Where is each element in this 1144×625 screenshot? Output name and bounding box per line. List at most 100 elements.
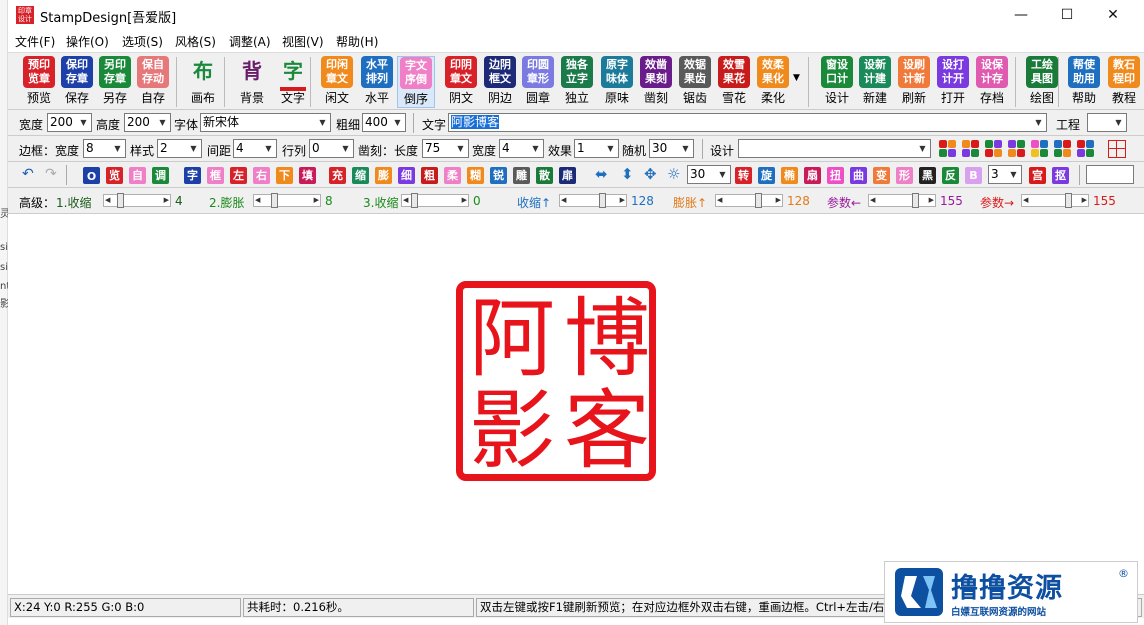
transform-button[interactable]: 扇: [804, 167, 821, 184]
menu-options[interactable]: 选项(S): [122, 33, 163, 50]
extra-input[interactable]: [1086, 165, 1134, 184]
advanced-slider[interactable]: ◀ ▶: [103, 193, 171, 208]
slider-thumb[interactable]: [117, 193, 124, 208]
menu-file[interactable]: 文件(F): [15, 33, 55, 50]
effect-button[interactable]: 充: [329, 167, 346, 184]
effect-button[interactable]: 扉: [559, 167, 576, 184]
arrow-left-icon[interactable]: ◀: [717, 195, 722, 206]
advanced-slider[interactable]: ◀ ▶: [715, 193, 783, 208]
toolbar-button-8[interactable]: 水平排列 水平: [358, 56, 396, 108]
arrow-left-icon[interactable]: ◀: [105, 195, 110, 206]
slider-thumb[interactable]: [1065, 193, 1072, 208]
toolbar-button-4[interactable]: 布画布: [184, 56, 222, 108]
move-icon[interactable]: ✥: [644, 165, 657, 183]
carve-width-select[interactable]: 4 ▼: [499, 139, 544, 158]
color-scheme-button[interactable]: [985, 140, 1003, 158]
effect-button[interactable]: 细: [398, 167, 415, 184]
arrow-right-icon[interactable]: ▶: [1082, 195, 1087, 206]
toolbar-button-17[interactable]: 效雪果花 雪花: [715, 56, 753, 108]
arrow-left-icon[interactable]: ◀: [255, 195, 260, 206]
toolbar-button-3[interactable]: 保自存动 自存: [134, 56, 172, 108]
effect-button[interactable]: 调: [152, 167, 169, 184]
toolbar-button-18[interactable]: 效柔果化 柔化: [754, 56, 792, 108]
vertical-arrows-icon[interactable]: ⬍: [621, 165, 634, 183]
toolbar-button-6[interactable]: 字文字: [274, 56, 312, 108]
minimize-button[interactable]: —: [998, 0, 1044, 30]
toolbar-button-1[interactable]: 保印存章 保存: [58, 56, 96, 108]
toolbar-button-5[interactable]: 背背景: [233, 56, 271, 108]
special-effect-button[interactable]: 宫: [1029, 167, 1046, 184]
arrow-right-icon[interactable]: ▶: [620, 195, 625, 206]
toolbar-button-10[interactable]: 印阴章文 阴文: [442, 56, 480, 108]
transform-button[interactable]: 椭: [781, 167, 798, 184]
toolbar-button-12[interactable]: 印圆章形 圆章: [519, 56, 557, 108]
arrow-right-icon[interactable]: ▶: [314, 195, 319, 206]
transform-button[interactable]: 曲: [850, 167, 867, 184]
toolbar-button-0[interactable]: 预印览章 预览: [20, 56, 58, 108]
effect-button[interactable]: 框: [207, 167, 224, 184]
color-scheme-button[interactable]: [1008, 140, 1026, 158]
toolbar-button-23[interactable]: 设保计存 存档: [973, 56, 1011, 108]
transform-button[interactable]: 旋: [758, 167, 775, 184]
advanced-slider[interactable]: ◀ ▶: [868, 193, 936, 208]
slider-thumb[interactable]: [912, 193, 919, 208]
color-scheme-button[interactable]: [962, 140, 980, 158]
close-button[interactable]: ✕: [1090, 0, 1136, 30]
grid-icon[interactable]: [1108, 140, 1126, 158]
slider-thumb[interactable]: [755, 193, 762, 208]
toolbar-button-14[interactable]: 原字味体 原味: [598, 56, 636, 108]
effect-button[interactable]: 雕: [513, 167, 530, 184]
menu-adjust[interactable]: 调整(A): [229, 33, 271, 50]
effect-button[interactable]: 锐: [490, 167, 507, 184]
weight-select[interactable]: 400 ▼: [362, 113, 406, 132]
transform-button[interactable]: 反: [942, 167, 959, 184]
stamp-text-input[interactable]: 阿影博客 ▼: [448, 113, 1047, 132]
effect-button[interactable]: 膨: [375, 167, 392, 184]
slider-thumb[interactable]: [599, 193, 606, 208]
level-select[interactable]: 3 ▼: [988, 165, 1022, 184]
transform-button[interactable]: 黑: [919, 167, 936, 184]
arrow-left-icon[interactable]: ◀: [403, 195, 408, 206]
menu-help[interactable]: 帮助(H): [336, 33, 378, 50]
color-scheme-button[interactable]: [1031, 140, 1049, 158]
effect-button[interactable]: 填: [299, 167, 316, 184]
toolbar-button-21[interactable]: 设刷计新 刷新: [895, 56, 933, 108]
random-select[interactable]: 30 ▼: [649, 139, 694, 158]
advanced-slider[interactable]: ◀ ▶: [1021, 193, 1089, 208]
menu-view[interactable]: 视图(V): [282, 33, 324, 50]
advanced-slider[interactable]: ◀ ▶: [401, 193, 469, 208]
carve-length-select[interactable]: 75 ▼: [422, 139, 469, 158]
color-scheme-button[interactable]: [939, 140, 957, 158]
style-select[interactable]: 2 ▼: [157, 139, 202, 158]
menu-style[interactable]: 风格(S): [175, 33, 216, 50]
border-width-select[interactable]: 8 ▼: [83, 139, 126, 158]
redo-icon[interactable]: ↷: [45, 166, 57, 182]
transform-button[interactable]: 形: [896, 167, 913, 184]
transform-button[interactable]: 扭: [827, 167, 844, 184]
toolbar-button-20[interactable]: 设新计建 新建: [856, 56, 894, 108]
arrow-right-icon[interactable]: ▶: [929, 195, 934, 206]
slider-thumb[interactable]: [271, 193, 278, 208]
color-scheme-button[interactable]: [1077, 140, 1095, 158]
arrow-right-icon[interactable]: ▶: [462, 195, 467, 206]
effect-button[interactable]: 粗: [421, 167, 438, 184]
toolbar-button-25[interactable]: 帮使助用 帮助: [1065, 56, 1103, 108]
arrow-left-icon[interactable]: ◀: [561, 195, 566, 206]
effect-button[interactable]: 下: [276, 167, 293, 184]
more-tools-icon[interactable]: ▼: [793, 73, 800, 83]
rowcol-select[interactable]: 0 ▼: [309, 139, 354, 158]
transform-button[interactable]: B: [965, 167, 982, 184]
effect-button[interactable]: 览: [106, 167, 123, 184]
advanced-slider[interactable]: ◀ ▶: [559, 193, 627, 208]
height-select[interactable]: 200 ▼: [124, 113, 171, 132]
toolbar-button-24[interactable]: 工绘具图 绘图: [1023, 56, 1061, 108]
angle-select[interactable]: 30 ▼: [687, 165, 731, 184]
undo-icon[interactable]: ↶: [22, 166, 34, 182]
effect-button[interactable]: 缩: [352, 167, 369, 184]
effect-button[interactable]: 自: [129, 167, 146, 184]
special-effect-button[interactable]: 抠: [1052, 167, 1069, 184]
toolbar-button-26[interactable]: 教石程印 教程: [1105, 56, 1143, 108]
toolbar-button-9[interactable]: 字文序倒 倒序: [397, 56, 435, 108]
arrow-left-icon[interactable]: ◀: [1023, 195, 1028, 206]
transform-button[interactable]: 转: [735, 167, 752, 184]
